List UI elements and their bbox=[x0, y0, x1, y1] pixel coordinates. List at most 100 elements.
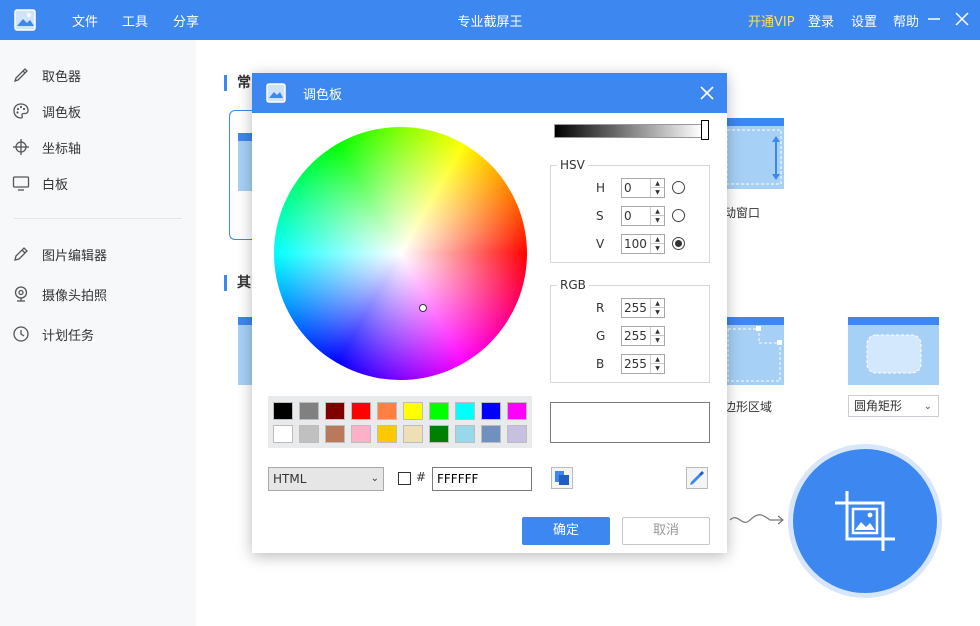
sidebar-item-image-editor[interactable]: 图片编辑器 bbox=[12, 243, 107, 265]
sidebar-item-scheduled-task[interactable]: 计划任务 bbox=[12, 323, 94, 345]
swatch-7[interactable] bbox=[455, 402, 475, 420]
sidebar-item-label: 计划任务 bbox=[42, 328, 95, 344]
h-up-icon[interactable]: ▲ bbox=[651, 179, 664, 188]
r-spinbox[interactable]: 255 ▲ ▼ bbox=[621, 298, 665, 318]
v-spinbox[interactable]: 100 ▲ ▼ bbox=[621, 234, 665, 254]
menu-share[interactable]: 分享 bbox=[173, 11, 199, 30]
app-logo-icon bbox=[14, 9, 36, 31]
vip-link[interactable]: 开通VIP bbox=[748, 11, 795, 30]
g-down-icon[interactable]: ▼ bbox=[651, 336, 664, 345]
swatch-12[interactable] bbox=[325, 425, 345, 443]
hash-checkbox[interactable] bbox=[398, 472, 411, 485]
chevron-down-icon: ⌄ bbox=[370, 473, 379, 484]
r-up-icon[interactable]: ▲ bbox=[651, 299, 664, 308]
squiggle-arrow-icon bbox=[729, 514, 784, 525]
sidebar: 取色器 调色板 坐标轴 白板 图片编辑器 摄像头拍照 计划任务 bbox=[0, 40, 196, 626]
eyedropper-icon bbox=[690, 471, 704, 485]
swatch-19[interactable] bbox=[507, 425, 527, 443]
card-thumbnail bbox=[238, 133, 252, 191]
screenshot-button[interactable] bbox=[788, 444, 942, 598]
polygon-area-icon bbox=[727, 326, 782, 382]
v-label: V bbox=[596, 237, 605, 251]
h-spinbox[interactable]: 0 ▲ ▼ bbox=[621, 178, 665, 198]
scroll-window-thumbnail[interactable] bbox=[724, 118, 784, 189]
h-down-icon[interactable]: ▼ bbox=[651, 188, 664, 197]
swatch-18[interactable] bbox=[481, 425, 501, 443]
swatch-6[interactable] bbox=[429, 402, 449, 420]
swatch-3[interactable] bbox=[351, 402, 371, 420]
swatch-panel bbox=[268, 396, 532, 448]
s-spinbox[interactable]: 0 ▲ ▼ bbox=[621, 206, 665, 226]
sidebar-item-label: 坐标轴 bbox=[42, 141, 82, 157]
shape-dropdown[interactable]: 圆角矩形 ⌄ bbox=[848, 395, 939, 417]
card-label-scroll-window: 动窗口 bbox=[724, 206, 761, 220]
swatch-2[interactable] bbox=[325, 402, 345, 420]
dialog-close-icon[interactable] bbox=[698, 84, 716, 102]
b-up-icon[interactable]: ▲ bbox=[651, 355, 664, 364]
swatch-8[interactable] bbox=[481, 402, 501, 420]
s-value: 0 bbox=[624, 209, 632, 223]
title-bar: 文件 工具 分享 专业截屏王 开通VIP 登录 设置 帮助 bbox=[0, 0, 980, 40]
clock-icon bbox=[13, 326, 29, 342]
v-down-icon[interactable]: ▼ bbox=[651, 244, 664, 253]
hex-input[interactable] bbox=[432, 467, 532, 491]
card-thumbnail bbox=[238, 317, 252, 385]
swatch-13[interactable] bbox=[351, 425, 371, 443]
brightness-slider-handle[interactable] bbox=[701, 120, 709, 140]
s-up-icon[interactable]: ▲ bbox=[651, 207, 664, 216]
sidebar-item-color-picker[interactable]: 取色器 bbox=[12, 64, 81, 86]
ok-button[interactable]: 确定 bbox=[522, 517, 610, 545]
webcam-icon bbox=[14, 286, 28, 302]
palette-icon bbox=[13, 103, 29, 119]
sidebar-item-webcam[interactable]: 摄像头拍照 bbox=[12, 283, 107, 305]
login-link[interactable]: 登录 bbox=[808, 11, 834, 30]
swatch-15[interactable] bbox=[403, 425, 423, 443]
r-label: R bbox=[596, 301, 605, 315]
g-up-icon[interactable]: ▲ bbox=[651, 327, 664, 336]
cancel-button[interactable]: 取消 bbox=[622, 517, 710, 545]
swatch-4[interactable] bbox=[377, 402, 397, 420]
b-value: 255 bbox=[624, 357, 647, 371]
g-spinbox[interactable]: 255 ▲ ▼ bbox=[621, 326, 665, 346]
swatch-9[interactable] bbox=[507, 402, 527, 420]
v-up-icon[interactable]: ▲ bbox=[651, 235, 664, 244]
help-link[interactable]: 帮助 bbox=[893, 11, 919, 30]
h-radio[interactable] bbox=[672, 181, 685, 194]
pick-color-button[interactable] bbox=[686, 467, 708, 489]
minimize-icon[interactable] bbox=[924, 9, 944, 29]
close-icon[interactable] bbox=[952, 9, 972, 29]
b-spinbox[interactable]: 255 ▲ ▼ bbox=[621, 354, 665, 374]
swatch-10[interactable] bbox=[273, 425, 293, 443]
menu-file[interactable]: 文件 bbox=[72, 11, 98, 30]
b-down-icon[interactable]: ▼ bbox=[651, 364, 664, 373]
swatch-5[interactable] bbox=[403, 402, 423, 420]
copy-color-button[interactable] bbox=[551, 467, 573, 489]
sidebar-item-label: 白板 bbox=[42, 177, 69, 193]
color-wheel[interactable] bbox=[274, 127, 527, 380]
sidebar-item-palette[interactable]: 调色板 bbox=[12, 100, 81, 122]
settings-link[interactable]: 设置 bbox=[851, 11, 877, 30]
chevron-down-icon: ⌄ bbox=[923, 401, 932, 412]
hash-label: # bbox=[416, 470, 427, 484]
swatch-16[interactable] bbox=[429, 425, 449, 443]
format-select[interactable]: HTML ⌄ bbox=[268, 467, 384, 491]
swatch-17[interactable] bbox=[455, 425, 475, 443]
rounded-rect-thumbnail[interactable] bbox=[848, 317, 939, 385]
swatch-1[interactable] bbox=[299, 402, 319, 420]
wheel-cursor[interactable] bbox=[419, 304, 427, 312]
polygon-thumbnail[interactable] bbox=[724, 317, 784, 385]
brightness-slider[interactable] bbox=[554, 124, 702, 138]
sidebar-item-whiteboard[interactable]: 白板 bbox=[12, 172, 68, 194]
dialog-title: 调色板 bbox=[303, 88, 343, 103]
s-radio[interactable] bbox=[672, 209, 685, 222]
sidebar-item-axis[interactable]: 坐标轴 bbox=[12, 136, 81, 158]
r-down-icon[interactable]: ▼ bbox=[651, 308, 664, 317]
s-down-icon[interactable]: ▼ bbox=[651, 216, 664, 225]
sidebar-item-label: 摄像头拍照 bbox=[42, 288, 108, 304]
swatch-14[interactable] bbox=[377, 425, 397, 443]
swatch-11[interactable] bbox=[299, 425, 319, 443]
color-preview bbox=[550, 402, 710, 443]
menu-tools[interactable]: 工具 bbox=[122, 11, 148, 30]
swatch-0[interactable] bbox=[273, 402, 293, 420]
v-radio[interactable] bbox=[672, 237, 685, 250]
